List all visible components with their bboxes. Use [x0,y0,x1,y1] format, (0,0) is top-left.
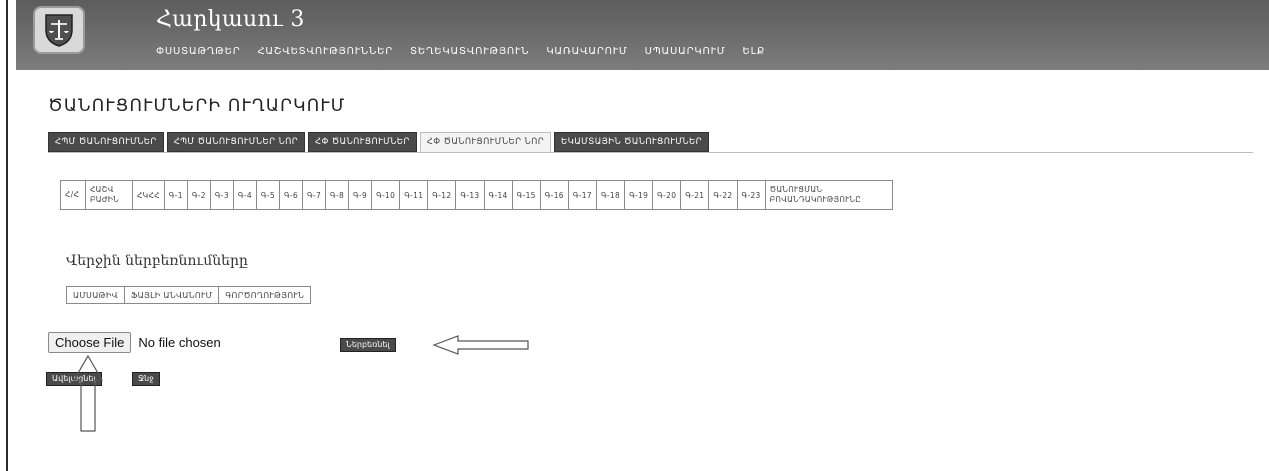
nav-item-service[interactable]: ՍՊԱՍԱՐԿՈՒՄ [645,46,726,57]
table-header-cell: Գ-11 [399,180,429,210]
page-title: ԾԱՆՈՒՑՈՒՄՆԵՐԻ ՈՒՂԱՐԿՈՒՄ [48,96,346,116]
logo[interactable] [33,6,85,54]
recent-uploads-title: Վերջին ներբեռնումները [66,253,248,269]
table-header-row: ԱՄՍԱԹԻՎ ՖԱՅԼԻ ԱՆՎԱՆՈՒՄ ԳՈՐԾՈՂՈՒԹՅՈՒՆ [66,286,312,304]
table-header-cell: Գ-22 [708,180,738,210]
table-header-cell: Գ-13 [455,180,485,210]
table-header-cell: Գ-1 [163,180,188,210]
table-header-cell: Գ-23 [736,180,766,210]
recent-uploads-table: ԱՄՍԱԹԻՎ ՖԱՅԼԻ ԱՆՎԱՆՈՒՄ ԳՈՐԾՈՂՈՒԹՅՈՒՆ [66,286,312,304]
table-header-cell: Գ-8 [325,180,350,210]
nav-item-exit[interactable]: ԵԼՔ [742,46,765,57]
main-nav: ՓՍՍՏԱԹՂԹԵՐ ՀԱՇՎԵՏՎՈՒԹՅՈՒՆՆԵՐ ՏԵՂԵԿԱՏՎՈՒԹ… [156,46,765,57]
tab-hf-notifications-new[interactable]: ՀՓ ԾԱՆՈՒՑՈՒՄՆԵՐ ՆՈՐ [419,132,552,152]
table-header-cell: Գ-7 [301,180,327,210]
tab-hpm-notifications-new[interactable]: ՀՊՄ ԾԱՆՈՒՑՈՒՄՆԵՐ ՆՈՐ [166,132,306,152]
table-header-cell: Գ-20 [652,180,682,210]
table-header-cell: Գ-16 [539,180,569,210]
tab-hpm-notifications[interactable]: ՀՊՄ ԾԱՆՈՒՑՈՒՄՆԵՐ [48,132,164,152]
upload-button[interactable]: Ներբեռնել [340,338,396,352]
tab-electronic-notifications[interactable]: ԵԿԱՄՏԱՅԻՆ ԾԱՆՈՒՑՈՒՄՆԵՐ [554,132,709,152]
table-header-cell: Հ/Հ [60,180,86,210]
file-input[interactable]: Choose File No file chosen [48,332,221,353]
choose-file-button[interactable]: Choose File [48,332,132,353]
shield-scales-emblem-icon [45,14,73,47]
tab-bar: ՀՊՄ ԾԱՆՈՒՑՈՒՄՆԵՐ ՀՊՄ ԾԱՆՈՒՑՈՒՄՆԵՐ ՆՈՐ ՀՓ… [48,132,709,152]
file-status-text: No file chosen [138,335,221,350]
col-date: ԱՄՍԱԹԻՎ [66,286,125,304]
notification-columns-table: Հ/Հ ՀԱՇՎ ԲԱԺԻՆ ՀԿՀՀ Գ-1 Գ-2 Գ-3 Գ-4 Գ-5 … [60,180,893,210]
nav-item-management[interactable]: ԿԱՌԱՎԱՐՈՒՄ [546,46,627,57]
table-header-cell: Գ-15 [511,180,541,210]
table-header-cell: Գ-4 [232,180,257,210]
col-action: ԳՈՐԾՈՂՈՒԹՅՈՒՆ [218,286,312,304]
up-arrow-icon [72,354,104,432]
table-header-cell: Գ-3 [209,180,234,210]
table-header-cell: Գ-21 [680,180,710,210]
table-header-cell: Գ-12 [427,180,457,210]
app-title: Հարկասու 3 [156,7,305,32]
table-header-cell: Գ-5 [255,180,280,210]
table-header-cell: Գ-6 [278,180,303,210]
table-header-cell: Գ-19 [624,180,654,210]
left-arrow-icon [432,335,529,355]
table-header-cell: Գ-9 [348,180,373,210]
tab-hf-notifications[interactable]: ՀՓ ԾԱՆՈՒՑՈՒՄՆԵՐ [308,132,417,152]
table-header-cell: Գ-10 [371,180,401,210]
app-header: Հարկասու 3 ՓՍՍՏԱԹՂԹԵՐ ՀԱՇՎԵՏՎՈՒԹՅՈՒՆՆԵՐ … [16,0,1269,70]
table-header-cell: ԾԱՆՈՒՑՄԱՆ ԲՈՎԱՆԴԱԿՈՒԹՅՈՒՆԸ [764,180,893,210]
table-header-row: Հ/Հ ՀԱՇՎ ԲԱԺԻՆ ՀԿՀՀ Գ-1 Գ-2 Գ-3 Գ-4 Գ-5 … [60,180,893,210]
table-header-cell: Գ-17 [567,180,597,210]
left-border [6,0,8,471]
table-header-cell: ՀԿՀՀ [132,180,165,210]
col-file-name: ՖԱՅԼԻ ԱՆՎԱՆՈՒՄ [123,286,220,304]
table-header-cell: Գ-18 [595,180,626,210]
nav-item-reports[interactable]: ՀԱՇՎԵՏՎՈՒԹՅՈՒՆՆԵՐ [257,46,393,57]
table-header-cell: Գ-2 [186,180,211,210]
table-header-cell: Գ-14 [483,180,513,210]
nav-item-information[interactable]: ՏԵՂԵԿԱՏՎՈՒԹՅՈՒՆ [410,46,529,57]
table-header-cell: ՀԱՇՎ ԲԱԺԻՆ [85,180,133,210]
nav-item-documents[interactable]: ՓՍՍՏԱԹՂԹԵՐ [156,46,240,57]
delete-button[interactable]: Ջնջ [132,372,160,386]
